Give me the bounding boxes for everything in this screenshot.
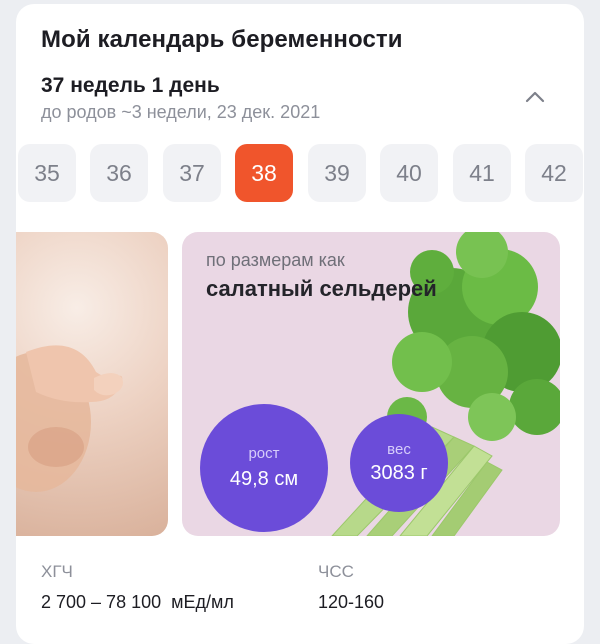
week-selector: 35 36 37 38 39 40 41 42	[16, 144, 584, 204]
weight-label: вес	[387, 441, 411, 458]
hcg-label: ХГЧ	[41, 562, 73, 581]
heart-rate-value: 120-160	[318, 592, 385, 612]
height-bubble: рост 49,8 см	[200, 404, 328, 532]
height-label: рост	[248, 445, 280, 462]
chevron-up-icon	[525, 91, 545, 103]
week-chip-35[interactable]: 35	[18, 144, 76, 202]
pregnancy-term: 37 недель 1 день	[41, 74, 220, 97]
heart-rate-metric: ЧСС 120-160	[318, 562, 384, 613]
weight-bubble: вес 3083 г	[350, 414, 448, 512]
week-chip-39[interactable]: 39	[308, 144, 366, 202]
week-chip-36[interactable]: 36	[90, 144, 148, 202]
week-chip-41[interactable]: 41	[453, 144, 511, 202]
weight-value: 3083 г	[370, 462, 428, 484]
baby-illustration-card[interactable]	[16, 232, 168, 536]
fetus-size-card[interactable]: по размерам как салатный сельдерей рост …	[182, 232, 560, 536]
pregnancy-calendar-card: Мой календарь беременности 37 недель 1 д…	[16, 4, 584, 644]
week-chip-42[interactable]: 42	[525, 144, 583, 202]
week-chip-37[interactable]: 37	[163, 144, 221, 202]
week-chip-38-selected[interactable]: 38	[235, 144, 293, 202]
due-date-text: до родов ~3 недели, 23 дек. 2021	[41, 102, 321, 122]
hcg-value: 2 700 – 78 100 мЕд/мл	[41, 592, 234, 612]
heart-rate-label: ЧСС	[318, 562, 354, 581]
baby-illustration	[16, 345, 123, 492]
height-value: 49,8 см	[229, 468, 299, 490]
collapse-button[interactable]	[520, 82, 550, 112]
page-title: Мой календарь беременности	[41, 26, 403, 53]
size-fruit-name: салатный сельдерей	[206, 276, 437, 301]
hcg-metric: ХГЧ 2 700 – 78 100 мЕд/мл	[41, 562, 234, 613]
week-chip-40[interactable]: 40	[380, 144, 438, 202]
